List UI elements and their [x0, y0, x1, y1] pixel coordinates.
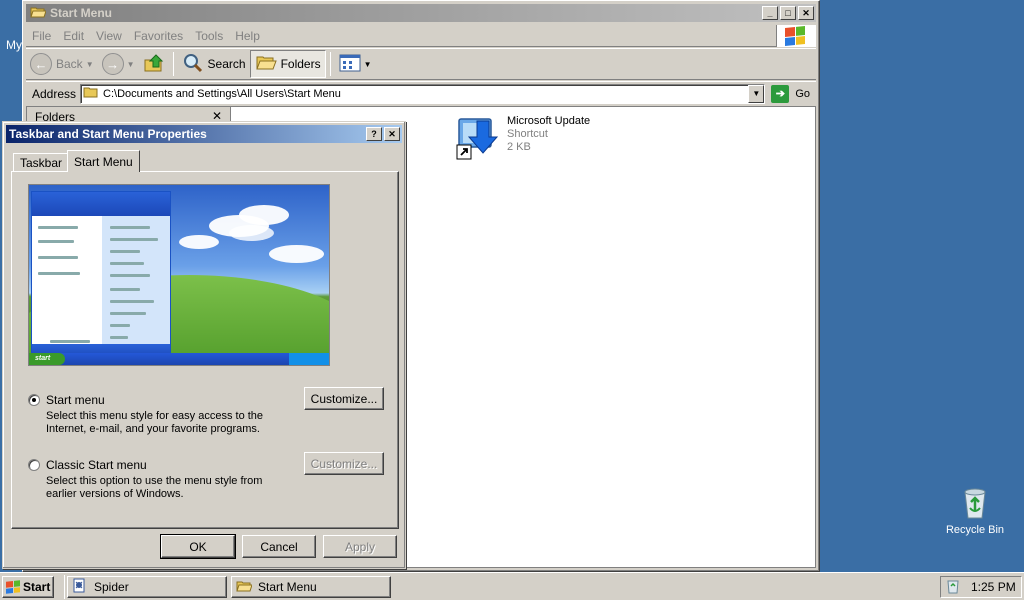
start-button[interactable]: Start [2, 576, 54, 598]
task-label-start-menu: Start Menu [258, 580, 317, 594]
toolbar-separator [172, 52, 174, 76]
file-name: Microsoft Update [507, 115, 591, 127]
dialog-tabs: Taskbar Start Menu [13, 150, 140, 172]
menu-view[interactable]: View [90, 29, 128, 43]
task-label-spider: Spider [94, 580, 129, 594]
minimize-icon: _ [767, 8, 773, 18]
back-label: Back [56, 57, 83, 71]
start-menu-option-label: Start menu [46, 393, 105, 407]
tab-taskbar[interactable]: Taskbar [13, 153, 70, 172]
minimize-button[interactable]: _ [762, 6, 778, 20]
recycle-bin-label: Recycle Bin [945, 524, 1005, 536]
explorer-title: Start Menu [50, 6, 113, 20]
windows-logo-icon [6, 580, 20, 594]
desktop-icon-label-partial[interactable]: My [6, 38, 22, 52]
folders-button[interactable]: Folders [249, 50, 326, 78]
menu-help[interactable]: Help [229, 29, 266, 43]
address-label: Address [32, 86, 77, 101]
windows-logo-icon [776, 25, 816, 47]
classic-option-description: Select this option to use the menu style… [46, 475, 263, 500]
views-button[interactable]: ▼ [335, 50, 376, 78]
apply-button[interactable]: Apply [323, 535, 397, 558]
tab-start-menu[interactable]: Start Menu [67, 150, 140, 172]
forward-arrow-icon: → [101, 53, 124, 75]
file-size: 2 KB [507, 141, 531, 153]
maximize-button[interactable]: □ [780, 6, 796, 20]
classic-option-label: Classic Start menu [46, 458, 147, 472]
address-value: C:\Documents and Settings\All Users\Star… [103, 87, 341, 100]
menu-favorites[interactable]: Favorites [128, 29, 189, 43]
radio-button-selected[interactable] [28, 394, 40, 406]
system-tray: 1:25 PM [940, 576, 1022, 598]
go-arrow-icon: ➔ [771, 84, 790, 103]
folder-open-icon [30, 5, 47, 22]
start-menu-option-description: Select this menu style for easy access t… [46, 410, 264, 435]
cancel-button[interactable]: Cancel [242, 535, 316, 558]
go-label: Go [795, 87, 810, 100]
classic-start-menu-radio[interactable]: Classic Start menu [28, 458, 147, 472]
menu-edit[interactable]: Edit [57, 29, 90, 43]
toolbar-separator [329, 52, 331, 76]
explorer-titlebar[interactable]: Start Menu _ □ ✕ [26, 4, 816, 22]
taskbar-separator [64, 575, 65, 599]
close-icon: ✕ [388, 128, 396, 139]
start-menu-radio[interactable]: Start menu [28, 393, 105, 407]
help-icon: ? [371, 129, 377, 139]
maximize-icon: □ [785, 8, 791, 18]
start-label: Start [23, 580, 51, 594]
views-icon [339, 54, 361, 75]
start-menu-tab-panel: start Start menu Select this menu style … [11, 171, 399, 529]
folder-open-icon [236, 579, 253, 596]
address-dropdown-button[interactable]: ▼ [748, 84, 765, 103]
chevron-down-icon: ▼ [752, 89, 761, 98]
customize-classic-button[interactable]: Customize... [304, 452, 384, 475]
start-menu-preview-image: start [28, 184, 330, 366]
search-button[interactable]: Search [178, 50, 250, 78]
file-type: Shortcut [507, 128, 548, 140]
ok-button[interactable]: OK [160, 534, 236, 559]
folders-label: Folders [280, 57, 321, 71]
menu-tools[interactable]: Tools [189, 29, 229, 43]
close-button[interactable]: ✕ [798, 6, 814, 20]
address-bar: Address C:\Documents and Settings\All Us… [26, 81, 816, 105]
taskbar: Start Spider Start Menu 1:25 PM [0, 572, 1024, 600]
close-icon: ✕ [802, 7, 810, 18]
search-icon [182, 52, 204, 77]
recycle-bin-icon [959, 486, 991, 520]
spider-solitaire-icon [72, 578, 88, 597]
taskbar-properties-dialog: Taskbar and Start Menu Properties ? ✕ Ta… [2, 121, 406, 569]
folder-icon [83, 85, 99, 102]
recycle-bin-desktop-icon[interactable]: Recycle Bin [940, 486, 1010, 536]
menu-bar: File Edit View Favorites Tools Help [26, 25, 816, 47]
up-folder-icon [143, 52, 165, 77]
search-label: Search [207, 57, 246, 71]
customize-button[interactable]: Customize... [304, 387, 384, 410]
go-button[interactable]: ➔ Go [765, 84, 816, 103]
task-button-spider[interactable]: Spider [67, 576, 227, 598]
menu-file[interactable]: File [26, 29, 57, 43]
dialog-title: Taskbar and Start Menu Properties [9, 127, 207, 141]
radio-button-unselected[interactable] [28, 459, 40, 471]
task-button-start-menu[interactable]: Start Menu [231, 576, 391, 598]
clock[interactable]: 1:25 PM [971, 580, 1016, 594]
forward-dropdown-icon[interactable]: ▼ [127, 60, 135, 69]
dialog-titlebar[interactable]: Taskbar and Start Menu Properties ? ✕ [6, 125, 402, 143]
up-folder-button[interactable] [139, 50, 169, 78]
back-arrow-icon: ← [30, 53, 52, 75]
file-item-microsoft-update[interactable]: Microsoft Update Shortcut 2 KB [455, 115, 590, 163]
help-button[interactable]: ? [366, 127, 382, 141]
folders-icon [255, 53, 277, 76]
microsoft-update-shortcut-icon [455, 115, 503, 163]
back-dropdown-icon[interactable]: ▼ [86, 60, 94, 69]
dialog-close-button[interactable]: ✕ [384, 127, 400, 141]
recycle-tray-icon[interactable] [945, 578, 961, 597]
standard-toolbar: ← Back ▼ → ▼ Search Folders ▼ [26, 48, 816, 80]
forward-button[interactable]: → ▼ [98, 50, 139, 78]
views-dropdown-icon[interactable]: ▼ [364, 60, 372, 69]
back-button[interactable]: ← Back ▼ [26, 50, 98, 78]
address-input[interactable]: C:\Documents and Settings\All Users\Star… [80, 83, 766, 104]
